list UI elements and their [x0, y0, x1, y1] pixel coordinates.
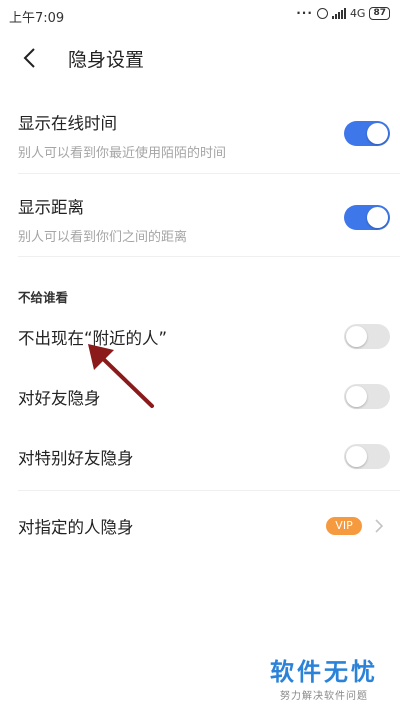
battery-icon: 87	[369, 6, 390, 20]
online-time-toggle[interactable]	[344, 121, 390, 146]
toggle-knob	[367, 123, 388, 144]
setting-label: 显示在线时间	[18, 114, 117, 133]
section-title: 不给谁看	[18, 290, 69, 305]
status-bar: 上午7:09 ··· 4G 87	[0, 0, 400, 30]
hide-friends-toggle[interactable]	[344, 384, 390, 409]
toggle-knob	[367, 207, 388, 228]
page-title: 隐身设置	[68, 49, 145, 71]
hide-row-friends[interactable]: 对好友隐身	[18, 383, 390, 409]
divider	[18, 256, 400, 257]
status-time: 上午7:09	[9, 11, 65, 26]
network-type: 4G	[349, 6, 366, 20]
hide-from-specified-row[interactable]: 对指定的人隐身 VIP	[18, 512, 390, 538]
annotation-arrow-icon	[88, 344, 154, 408]
toggle-knob	[346, 446, 367, 467]
status-icons: ··· 4G 87	[296, 6, 390, 20]
alarm-icon	[316, 7, 328, 19]
setting-row-online-time: 显示在线时间 别人可以看到你最近使用陌陌的时间	[18, 110, 390, 166]
chevron-right-icon	[375, 519, 384, 533]
watermark-logo: 软件无忧 努力解决软件问题	[270, 652, 378, 702]
watermark-subtitle: 努力解决软件问题	[280, 691, 368, 702]
vip-badge: VIP	[326, 517, 362, 535]
toggle-knob	[346, 386, 367, 407]
hide-row-special-friends[interactable]: 对特别好友隐身	[18, 443, 390, 469]
setting-label: 显示距离	[18, 198, 84, 217]
back-arrow-icon[interactable]	[20, 46, 42, 70]
header: 隐身设置	[0, 36, 400, 80]
signal-icon	[331, 7, 346, 19]
hide-special-friends-label: 对特别好友隐身	[18, 449, 134, 468]
toggle-knob	[346, 326, 367, 347]
setting-row-distance: 显示距离 别人可以看到你们之间的距离	[18, 194, 390, 250]
hide-from-specified-label: 对指定的人隐身	[18, 518, 134, 537]
setting-description: 别人可以看到你最近使用陌陌的时间	[18, 146, 227, 161]
divider	[18, 490, 400, 491]
hide-nearby-toggle[interactable]	[344, 324, 390, 349]
hide-row-nearby[interactable]: 不出现在“附近的人”	[18, 323, 390, 349]
hide-special-friends-toggle[interactable]	[344, 444, 390, 469]
watermark-title: 软件无忧	[270, 658, 378, 686]
distance-toggle[interactable]	[344, 205, 390, 230]
setting-description: 别人可以看到你们之间的距离	[18, 230, 188, 245]
more-dots-icon: ···	[296, 6, 313, 20]
divider	[18, 173, 400, 174]
